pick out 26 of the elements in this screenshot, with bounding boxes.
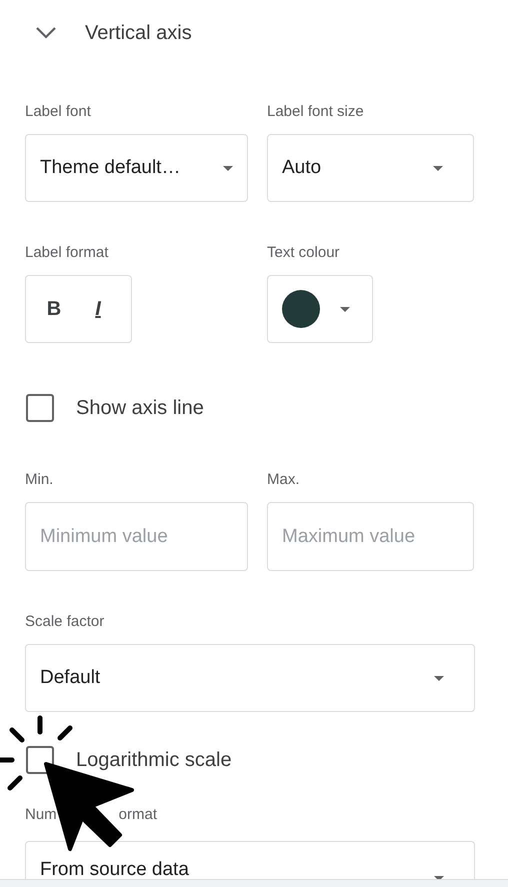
field-label: Max. bbox=[267, 471, 300, 488]
field-label: Num bbox=[25, 806, 57, 823]
checkbox[interactable] bbox=[26, 394, 54, 422]
checkbox-label: Show axis line bbox=[76, 396, 204, 420]
checkbox-label: Logarithmic scale bbox=[76, 748, 232, 772]
field-label: Min. bbox=[25, 471, 54, 488]
bold-button[interactable]: B bbox=[36, 291, 72, 327]
font-size-dropdown[interactable]: Auto bbox=[267, 134, 474, 202]
scale-factor-dropdown[interactable]: Default bbox=[25, 644, 475, 712]
field-label: Label font size bbox=[267, 103, 364, 120]
field-label: Scale factor bbox=[25, 613, 104, 630]
dropdown-arrow-icon bbox=[340, 306, 350, 312]
section-title: Vertical axis bbox=[85, 22, 192, 44]
italic-button[interactable]: I bbox=[80, 291, 116, 327]
colour-picker[interactable] bbox=[267, 275, 373, 343]
field-label: Label format bbox=[25, 244, 108, 261]
dropdown-arrow-icon bbox=[223, 166, 233, 170]
input-field[interactable]: Maximum value bbox=[267, 502, 474, 571]
font-dropdown[interactable]: Theme default… bbox=[25, 134, 248, 202]
input-field[interactable]: Minimum value bbox=[25, 502, 248, 571]
dropdown-arrow-icon bbox=[434, 676, 444, 680]
field-label: Label font bbox=[25, 103, 91, 120]
field-label: ormat bbox=[118, 806, 158, 823]
field-label: Text colour bbox=[267, 244, 340, 261]
dropdown-arrow-icon bbox=[433, 166, 443, 170]
chevron-icon bbox=[35, 26, 57, 40]
